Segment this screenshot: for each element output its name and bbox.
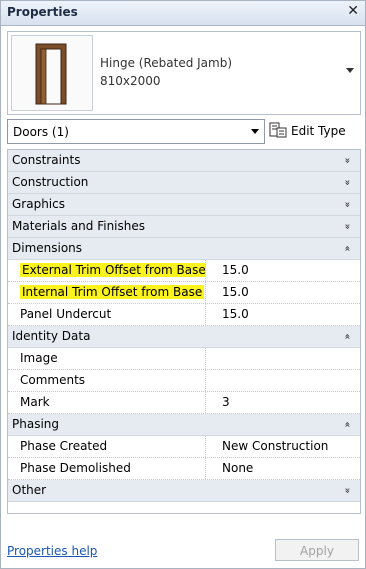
type-selector[interactable]: Hinge (Rebated Jamb) 810x2000 bbox=[7, 31, 361, 115]
dropdown-arrow-icon[interactable] bbox=[251, 129, 259, 134]
group-label: Materials and Finishes bbox=[12, 219, 146, 233]
group-header-construction[interactable]: Construction » bbox=[8, 172, 360, 194]
property-row[interactable]: Mark 3 bbox=[8, 392, 360, 414]
group-header-materials-and-finishes[interactable]: Materials and Finishes » bbox=[8, 216, 360, 238]
expand-icon[interactable]: » bbox=[336, 487, 357, 493]
properties-palette: Properties ✕ Hinge (Rebated Jamb) 810x20… bbox=[0, 0, 366, 569]
property-row[interactable]: Comments bbox=[8, 370, 360, 392]
property-name: Phase Created bbox=[8, 436, 206, 457]
type-family-name: Hinge (Rebated Jamb) bbox=[100, 56, 233, 70]
door-thumbnail-icon bbox=[11, 35, 93, 111]
footer: Properties help Apply bbox=[7, 539, 359, 563]
property-row[interactable]: External Trim Offset from Base 15.0 bbox=[8, 260, 360, 282]
property-name-text: Phase Demolished bbox=[20, 461, 131, 475]
edit-type-label: Edit Type bbox=[291, 124, 346, 138]
group-label: Identity Data bbox=[12, 329, 91, 343]
group-header-constraints[interactable]: Constraints » bbox=[8, 150, 360, 172]
collapse-icon[interactable]: « bbox=[336, 421, 357, 427]
properties-grid: Constraints» Construction» Graphics» Materi… bbox=[7, 149, 361, 514]
type-size: 810x2000 bbox=[100, 74, 161, 88]
property-name-text: Comments bbox=[20, 373, 86, 387]
property-name: Mark bbox=[8, 392, 206, 413]
group-label: Constraints bbox=[12, 153, 81, 167]
property-name-text: Phase Created bbox=[20, 439, 108, 453]
property-row[interactable]: Phase Demolished None bbox=[8, 458, 360, 480]
property-value[interactable]: None bbox=[218, 458, 360, 479]
selector-row: Doors (1) Edit Type bbox=[7, 119, 359, 144]
property-name-text: Panel Undercut bbox=[20, 307, 112, 321]
expand-icon[interactable]: » bbox=[336, 179, 357, 185]
property-name-text: Internal Trim Offset from Base bbox=[20, 285, 205, 299]
property-name-text: Image bbox=[20, 351, 58, 365]
property-name: Comments bbox=[8, 370, 206, 391]
instance-filter-value: Doors (1) bbox=[13, 125, 69, 139]
edit-type-button[interactable]: Edit Type bbox=[267, 119, 359, 142]
property-row[interactable]: Phase Created New Construction bbox=[8, 436, 360, 458]
collapse-icon[interactable]: « bbox=[336, 333, 357, 339]
expand-icon[interactable]: » bbox=[336, 201, 357, 207]
group-label: Construction bbox=[12, 175, 89, 189]
property-name-text: External Trim Offset from Base bbox=[20, 263, 206, 277]
property-value[interactable] bbox=[218, 370, 360, 391]
group-header-phasing[interactable]: Phasing « bbox=[8, 414, 360, 436]
property-name: External Trim Offset from Base bbox=[8, 260, 206, 281]
title-bar[interactable]: Properties ✕ bbox=[1, 1, 365, 26]
group-label: Phasing bbox=[12, 417, 60, 431]
property-name: Panel Undercut bbox=[8, 304, 206, 325]
property-value[interactable]: New Construction bbox=[218, 436, 360, 457]
close-icon[interactable]: ✕ bbox=[347, 3, 359, 19]
properties-help-link[interactable]: Properties help bbox=[7, 544, 97, 558]
apply-button[interactable]: Apply bbox=[275, 539, 359, 561]
group-header-graphics[interactable]: Graphics » bbox=[8, 194, 360, 216]
expand-icon[interactable]: » bbox=[336, 223, 357, 229]
property-name: Image bbox=[8, 348, 206, 369]
property-name: Phase Demolished bbox=[8, 458, 206, 479]
property-value[interactable] bbox=[218, 348, 360, 369]
expand-icon[interactable]: » bbox=[336, 157, 357, 163]
property-value[interactable]: 3 bbox=[218, 392, 360, 413]
instance-filter-dropdown[interactable]: Doors (1) bbox=[7, 119, 265, 144]
property-row[interactable]: Internal Trim Offset from Base 15.0 bbox=[8, 282, 360, 304]
group-header-dimensions[interactable]: Dimensions « bbox=[8, 238, 360, 260]
group-label: Dimensions bbox=[12, 241, 83, 255]
property-row[interactable]: Image bbox=[8, 348, 360, 370]
property-name-text: Mark bbox=[20, 395, 50, 409]
collapse-icon[interactable]: « bbox=[336, 245, 357, 251]
panel-title: Properties bbox=[7, 5, 78, 19]
property-row[interactable]: Panel Undercut 15.0 bbox=[8, 304, 360, 326]
property-value[interactable]: 15.0 bbox=[218, 304, 360, 325]
group-header-other[interactable]: Other » bbox=[8, 480, 360, 502]
property-name: Internal Trim Offset from Base bbox=[8, 282, 206, 303]
edit-type-icon bbox=[269, 122, 287, 138]
group-label: Graphics bbox=[12, 197, 65, 211]
chevron-down-icon[interactable] bbox=[346, 68, 354, 73]
property-value[interactable]: 15.0 bbox=[218, 260, 360, 281]
property-value[interactable]: 15.0 bbox=[218, 282, 360, 303]
group-label: Other bbox=[12, 483, 47, 497]
group-header-identity-data[interactable]: Identity Data « bbox=[8, 326, 360, 348]
